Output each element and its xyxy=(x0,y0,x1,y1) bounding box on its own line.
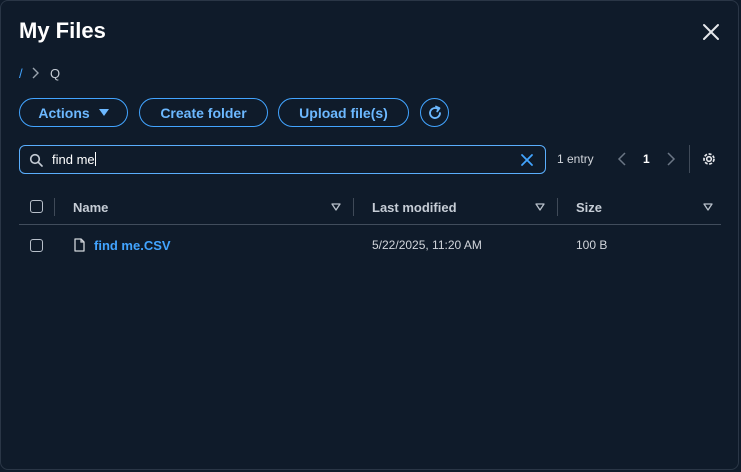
table-header: Name Last modified Size xyxy=(19,191,721,225)
refresh-button[interactable] xyxy=(420,98,449,127)
close-button[interactable] xyxy=(699,20,723,44)
row-checkbox[interactable] xyxy=(30,239,43,252)
actions-label: Actions xyxy=(38,104,90,121)
chevron-left-icon[interactable] xyxy=(616,151,628,167)
breadcrumb-current: Q xyxy=(50,66,61,81)
close-icon xyxy=(703,24,719,40)
search-input[interactable]: find me xyxy=(52,152,96,167)
sort-icon[interactable] xyxy=(702,201,714,213)
divider xyxy=(689,145,690,173)
search-field[interactable]: find me xyxy=(19,145,546,174)
column-header-last-modified[interactable]: Last modified xyxy=(372,200,457,215)
header-divider xyxy=(19,224,721,225)
text-cursor xyxy=(94,152,96,166)
column-header-name[interactable]: Name xyxy=(73,200,108,215)
my-files-dialog: My Files / Q Actions Create folder Uploa… xyxy=(0,0,739,470)
column-divider xyxy=(353,198,354,216)
clear-icon[interactable] xyxy=(520,153,534,167)
create-folder-button[interactable]: Create folder xyxy=(139,98,268,127)
chevron-right-icon[interactable] xyxy=(665,151,677,167)
search-icon xyxy=(29,153,43,167)
page-number[interactable]: 1 xyxy=(643,152,650,166)
last-modified-cell: 5/22/2025, 11:20 AM xyxy=(372,238,482,252)
file-name-link[interactable]: find me.CSV xyxy=(94,238,171,253)
sort-icon[interactable] xyxy=(330,201,342,213)
column-divider xyxy=(54,198,55,216)
upload-files-label: Upload file(s) xyxy=(299,104,388,121)
upload-files-button[interactable]: Upload file(s) xyxy=(278,98,409,127)
file-icon xyxy=(74,238,85,252)
column-header-size[interactable]: Size xyxy=(576,200,602,215)
breadcrumb-root-link[interactable]: / xyxy=(19,66,23,81)
caret-down-icon xyxy=(98,108,109,116)
settings-icon[interactable] xyxy=(700,150,718,168)
sort-icon[interactable] xyxy=(534,201,546,213)
column-divider xyxy=(557,198,558,216)
entry-count: 1 entry xyxy=(557,152,594,166)
dialog-title: My Files xyxy=(19,18,106,43)
chevron-right-icon xyxy=(32,67,39,79)
refresh-icon xyxy=(428,105,441,119)
table-row: find me.CSV 5/22/2025, 11:20 AM 100 B xyxy=(19,231,721,259)
size-cell: 100 B xyxy=(576,238,608,252)
select-all-checkbox[interactable] xyxy=(30,200,43,213)
actions-button[interactable]: Actions xyxy=(19,98,128,127)
create-folder-label: Create folder xyxy=(160,104,247,121)
search-value: find me xyxy=(52,152,95,167)
